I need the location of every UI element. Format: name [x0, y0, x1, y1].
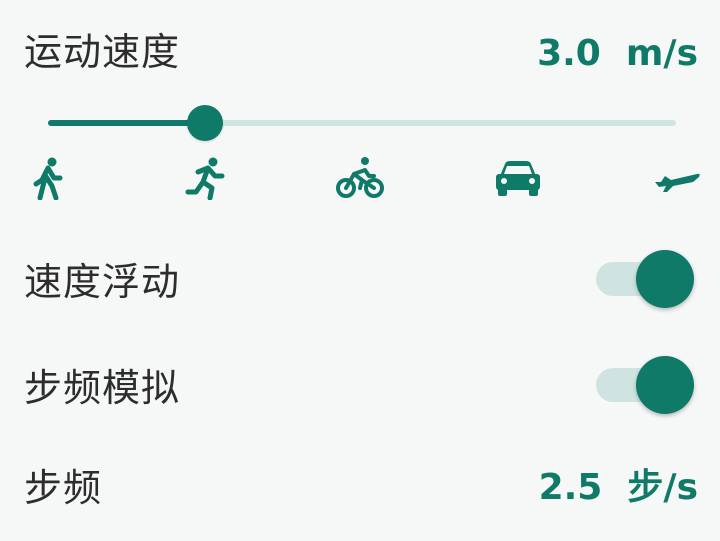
slider-thumb[interactable]: [187, 105, 223, 141]
bike-icon[interactable]: [334, 153, 386, 203]
speed-label: 运动速度: [24, 30, 181, 74]
plane-icon[interactable]: [652, 153, 702, 203]
settings-screen: 运动速度 3.0 m/s 速度浮动 步频模拟 步频 2.5 步/s: [0, 0, 720, 541]
switch-thumb: [636, 250, 694, 308]
car-icon[interactable]: [492, 153, 544, 203]
walk-icon[interactable]: [22, 153, 74, 203]
speed-slider[interactable]: [48, 100, 676, 148]
step-freq-value: 2.5 步/s: [538, 467, 698, 508]
step-freq-label: 步频: [24, 466, 103, 510]
speed-float-label: 速度浮动: [24, 260, 181, 304]
switch-thumb: [636, 356, 694, 414]
run-icon[interactable]: [180, 153, 232, 203]
step-sim-label: 步频模拟: [24, 366, 181, 410]
slider-fill: [48, 120, 205, 126]
step-sim-switch[interactable]: [596, 356, 694, 414]
speed-float-switch[interactable]: [596, 250, 694, 308]
speed-value: 3.0 m/s: [537, 33, 698, 74]
